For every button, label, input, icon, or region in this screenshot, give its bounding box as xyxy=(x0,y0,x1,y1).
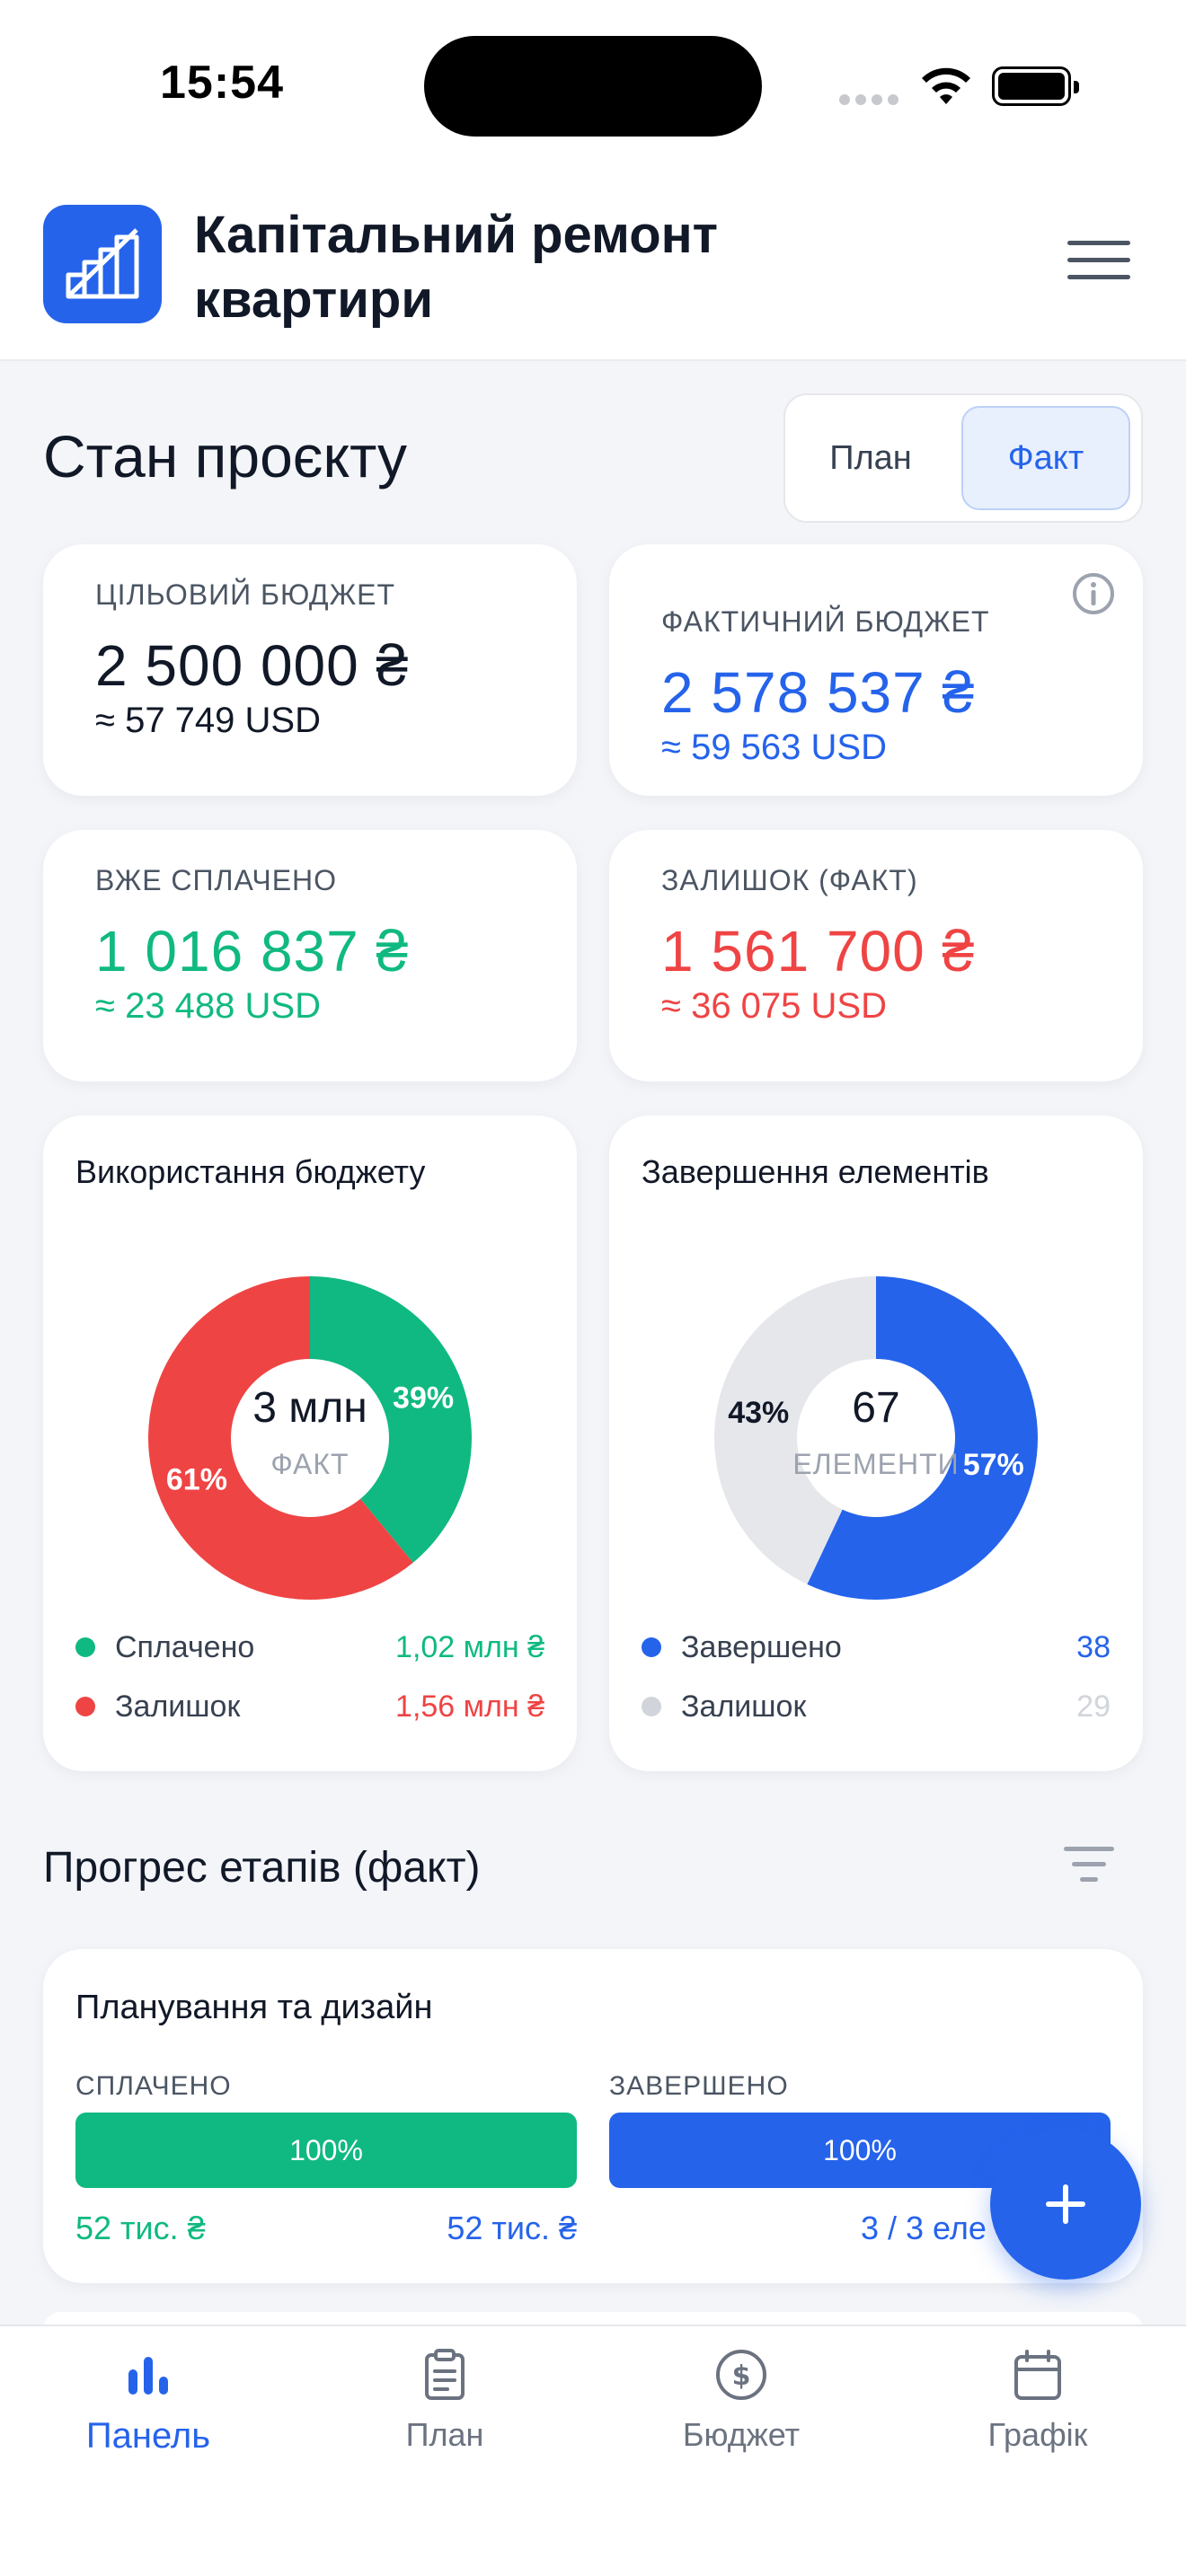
clipboard-icon xyxy=(425,2349,465,2400)
stage-card[interactable]: Планування та дизайн СПЛАЧЕНО 100% 52 ти… xyxy=(43,1949,1143,2283)
nav-label: План xyxy=(405,2416,484,2453)
legend-value: 29 xyxy=(1076,1689,1111,1724)
add-button[interactable] xyxy=(990,2129,1141,2280)
nav-item-schedule[interactable]: Графік xyxy=(890,2346,1186,2490)
legend-value: 1,02 млн ₴ xyxy=(395,1629,544,1664)
paid-total: 52 тис. ₴ xyxy=(447,2210,577,2246)
kpi-value: 1 561 700 ₴ xyxy=(661,919,976,984)
kpi-value: 1 016 837 ₴ xyxy=(95,919,410,984)
legend-value: 38 xyxy=(1076,1629,1111,1664)
budget-usage-card: Використання бюджету 39% 61% 3 млн ФАКТ С… xyxy=(43,1116,577,1771)
battery-icon xyxy=(992,66,1079,106)
info-icon[interactable] xyxy=(1071,571,1116,616)
elements-donut-chart: 57% 43% 67 ЕЛЕМЕНТИ xyxy=(706,1268,1046,1608)
legend-value: 1,56 млн ₴ xyxy=(395,1689,544,1724)
filter-icon[interactable] xyxy=(1060,1847,1118,1890)
overview-title: Стан проєкту xyxy=(43,423,408,490)
elements-completion-card: Завершення елементів 57% 43% 67 ЕЛЕМЕНТИ … xyxy=(609,1116,1143,1771)
paid-amount: 52 тис. ₴ xyxy=(75,2210,206,2246)
nav-item-plan[interactable]: План xyxy=(296,2346,593,2490)
legend-dot xyxy=(642,1637,661,1657)
toggle-fact-button[interactable]: Факт xyxy=(961,406,1130,510)
toggle-plan-button[interactable]: План xyxy=(796,406,945,510)
building-stairs-icon xyxy=(43,205,162,323)
dynamic-island xyxy=(424,36,762,137)
bar-chart-icon xyxy=(128,2357,168,2395)
kpi-label: ВЖЕ СПЛАЧЕНО xyxy=(95,864,338,896)
plus-icon xyxy=(1046,2184,1085,2224)
stage-progress-title: Прогрес етапів (факт) xyxy=(43,1844,481,1892)
bottom-navigation: Панель План $ Бюджет Графік xyxy=(0,2325,1186,2576)
budget-center-label: ФАКТ xyxy=(270,1448,350,1480)
nav-label: Графік xyxy=(987,2416,1088,2453)
wifi-icon xyxy=(922,67,970,104)
dollar-circle-icon: $ xyxy=(716,2350,766,2400)
kpi-value: 2 578 537 ₴ xyxy=(661,660,976,725)
budget-center-value: 3 млн xyxy=(252,1384,367,1432)
kpi-label: ФАКТИЧНИЙ БЮДЖЕТ xyxy=(661,605,990,638)
paid-progress-bar: 100% xyxy=(75,2113,577,2188)
svg-text:$: $ xyxy=(732,2360,751,2392)
nav-item-budget[interactable]: $ Бюджет xyxy=(593,2346,890,2490)
status-time: 15:54 xyxy=(160,57,284,109)
kpi-value: 2 500 000 ₴ xyxy=(95,633,410,698)
done-label: ЗАВЕРШЕНО xyxy=(609,2071,789,2101)
legend-dot xyxy=(75,1697,95,1716)
budget-chart-title: Використання бюджету xyxy=(75,1153,426,1190)
status-bar: 15:54 xyxy=(0,0,1186,171)
plan-fact-toggle: План Факт xyxy=(783,393,1143,523)
legend-label: Сплачено xyxy=(115,1629,255,1664)
kpi-label: ЗАЛИШОК (ФАКТ) xyxy=(661,864,918,896)
legend-item-paid: Сплачено 1,02 млн ₴ xyxy=(75,1628,544,1667)
nav-label: Панель xyxy=(85,2416,211,2456)
legend-dot xyxy=(75,1637,95,1657)
elements-center-label: ЕЛЕМЕНТИ xyxy=(792,1448,960,1480)
kpi-usd: ≈ 57 749 USD xyxy=(95,701,321,740)
legend-dot xyxy=(642,1697,661,1716)
legend-label: Залишок xyxy=(681,1689,807,1724)
kpi-usd: ≈ 36 075 USD xyxy=(661,986,887,1026)
stage-name: Планування та дизайн xyxy=(75,1989,433,2026)
app-title: Капітальний ремонт квартири xyxy=(194,206,719,329)
legend-item-completed: Завершено 38 xyxy=(642,1628,1111,1667)
paid-percent: 100% xyxy=(289,2133,363,2166)
paid-card: ВЖЕ СПЛАЧЕНО 1 016 837 ₴ ≈ 23 488 USD xyxy=(43,830,577,1081)
legend-item-remaining: Залишок 29 xyxy=(642,1687,1111,1726)
kpi-label: ЦІЛЬОВИЙ БЮДЖЕТ xyxy=(95,578,396,611)
budget-donut-chart: 39% 61% 3 млн ФАКТ xyxy=(140,1268,480,1608)
elements-center-value: 67 xyxy=(852,1384,900,1432)
legend-label: Залишок xyxy=(115,1689,241,1724)
elements-chart-title: Завершення елементів xyxy=(642,1153,989,1190)
remaining-card: ЗАЛИШОК (ФАКТ) 1 561 700 ₴ ≈ 36 075 USD xyxy=(609,830,1143,1081)
done-percent: 100% xyxy=(823,2133,897,2166)
done-count: 3 / 3 еле xyxy=(861,2210,987,2246)
kpi-usd: ≈ 23 488 USD xyxy=(95,986,321,1026)
paid-label: СПЛАЧЕНО xyxy=(75,2071,232,2101)
nav-label: Бюджет xyxy=(682,2416,801,2453)
kpi-usd: ≈ 59 563 USD xyxy=(661,728,887,767)
target-budget-card: ЦІЛЬОВИЙ БЮДЖЕТ 2 500 000 ₴ ≈ 57 749 USD xyxy=(43,544,577,796)
nav-item-dashboard[interactable]: Панель xyxy=(0,2346,296,2490)
app-header: Капітальний ремонт квартири xyxy=(0,171,1186,361)
cellular-signal-icon xyxy=(839,93,904,110)
legend-item-remaining: Залишок 1,56 млн ₴ xyxy=(75,1687,544,1726)
hamburger-menu-icon[interactable] xyxy=(1067,241,1130,291)
legend-label: Завершено xyxy=(681,1629,842,1664)
calendar-icon xyxy=(1014,2350,1061,2400)
actual-budget-card: ФАКТИЧНИЙ БЮДЖЕТ 2 578 537 ₴ ≈ 59 563 US… xyxy=(609,544,1143,796)
